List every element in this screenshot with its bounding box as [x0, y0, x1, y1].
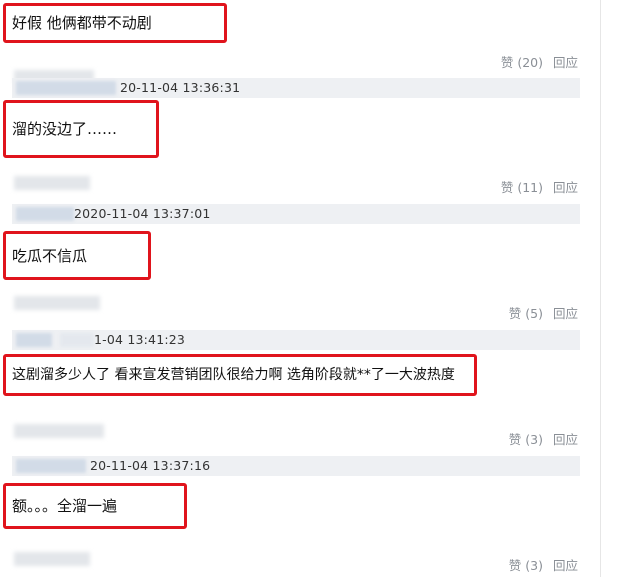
avatar	[14, 296, 100, 310]
reply-button[interactable]: 回应	[553, 303, 578, 322]
reply-button[interactable]: 回应	[553, 52, 578, 71]
username-blur	[16, 459, 86, 473]
comment-actions-5: 赞 (3) 回应	[509, 555, 578, 574]
comment-actions-4: 赞 (3) 回应	[509, 429, 578, 448]
comment-text-1: 好假 他俩都带不动剧	[3, 3, 227, 43]
like-button[interactable]: 赞 (5)	[509, 303, 543, 322]
comment-text-3: 吃瓜不信瓜	[3, 231, 151, 280]
comment-actions-3: 赞 (5) 回应	[509, 303, 578, 322]
comment-time: 20-11-04 13:37:16	[90, 458, 211, 473]
like-button[interactable]: 赞 (11)	[501, 177, 543, 196]
like-button[interactable]: 赞 (3)	[509, 555, 543, 574]
comment-text-5: 额。。。全溜一遍	[3, 483, 187, 529]
comment-meta-3: 2020-11-04 13:37:01	[12, 204, 580, 224]
reply-button[interactable]: 回应	[553, 555, 578, 574]
comment-time: 2020-11-04 13:37:01	[74, 206, 211, 221]
avatar	[14, 176, 90, 190]
right-divider	[600, 0, 601, 577]
username-blur	[16, 333, 52, 347]
comment-text-4: 这剧溜多少人了 看来宣发营销团队很给力啊 选角阶段就**了一大波热度	[3, 354, 477, 396]
avatar	[14, 552, 90, 566]
comment-time: 20-11-04 13:36:31	[120, 80, 241, 95]
like-button[interactable]: 赞 (20)	[501, 52, 543, 71]
username-blur	[16, 207, 74, 221]
comment-meta-5: 20-11-04 13:37:16	[12, 456, 580, 476]
comment-meta-4: 1-04 13:41:23	[12, 330, 580, 350]
avatar	[14, 424, 104, 438]
comment-meta-2: 20-11-04 13:36:31	[12, 78, 580, 98]
username-blur	[60, 333, 94, 347]
comment-actions-2: 赞 (11) 回应	[501, 177, 578, 196]
comment-actions-1: 赞 (20) 回应	[501, 52, 578, 71]
comment-text-2: 溜的没边了……	[3, 100, 159, 158]
comment-time: 1-04 13:41:23	[94, 332, 186, 347]
reply-button[interactable]: 回应	[553, 429, 578, 448]
like-button[interactable]: 赞 (3)	[509, 429, 543, 448]
username-blur	[16, 81, 116, 95]
reply-button[interactable]: 回应	[553, 177, 578, 196]
